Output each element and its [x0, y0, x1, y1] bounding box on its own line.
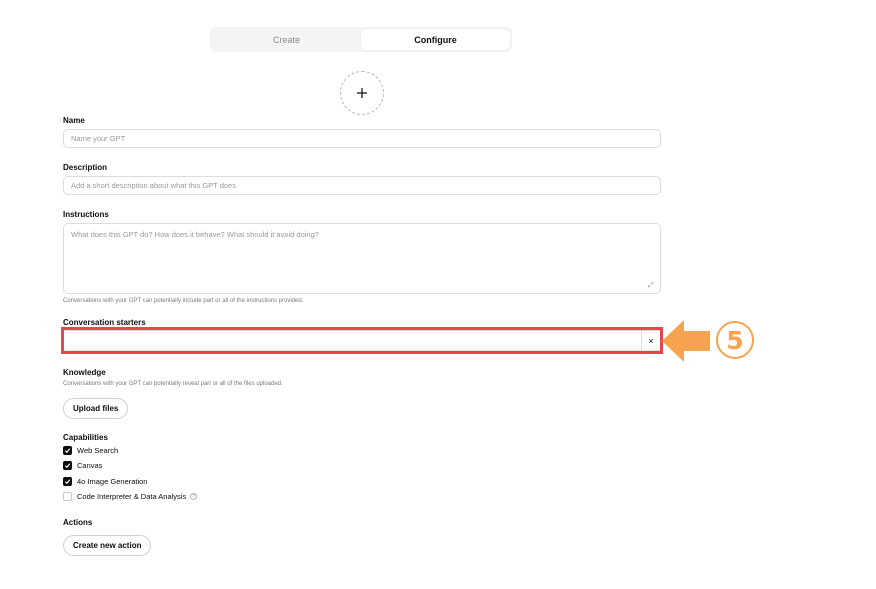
mode-tabs: Create Configure	[210, 27, 512, 52]
name-label: Name	[63, 116, 85, 125]
expand-icon[interactable]: ⤢	[648, 282, 654, 289]
conversation-starter-input[interactable]	[64, 331, 642, 350]
check-icon	[64, 479, 71, 485]
clear-starter-button[interactable]: ×	[641, 331, 660, 350]
description-input[interactable]	[63, 176, 661, 195]
instructions-hint: Conversations with your GPT can potentia…	[63, 298, 304, 304]
capability-code-interpreter: Code Interpreter & Data Analysis ?	[63, 492, 198, 501]
capability-image-generation: 4o Image Generation	[63, 477, 147, 486]
code-interpreter-checkbox[interactable]	[63, 492, 72, 501]
check-icon	[64, 463, 71, 469]
web-search-checkbox[interactable]	[63, 446, 72, 455]
canvas-checkbox[interactable]	[63, 461, 72, 470]
image-generation-label: 4o Image Generation	[77, 477, 148, 486]
canvas-label: Canvas	[77, 461, 103, 470]
capabilities-label: Capabilities	[63, 433, 108, 442]
knowledge-hint: Conversations with your GPT can potentia…	[63, 381, 283, 387]
plus-icon	[357, 88, 367, 98]
add-avatar-button[interactable]	[340, 71, 384, 115]
capability-web-search: Web Search	[63, 446, 118, 455]
instructions-textarea[interactable]	[63, 223, 661, 294]
conversation-starter-row: ×	[63, 330, 661, 351]
web-search-label: Web Search	[77, 446, 119, 455]
instructions-label: Instructions	[63, 210, 109, 219]
step-number-badge: 5	[716, 321, 754, 359]
code-interpreter-label: Code Interpreter & Data Analysis	[77, 492, 187, 501]
image-generation-checkbox[interactable]	[63, 477, 72, 486]
info-icon[interactable]: ?	[190, 493, 198, 500]
knowledge-label: Knowledge	[63, 368, 106, 377]
create-new-action-button[interactable]: Create new action	[63, 535, 152, 556]
tab-configure[interactable]: Configure	[361, 29, 510, 50]
conversation-starters-label: Conversation starters	[63, 318, 146, 327]
tab-create[interactable]: Create	[212, 29, 361, 50]
actions-label: Actions	[63, 518, 93, 527]
capability-canvas: Canvas	[63, 461, 102, 470]
description-label: Description	[63, 163, 108, 172]
pointer-arrow-icon	[662, 320, 710, 362]
name-input[interactable]	[63, 129, 661, 148]
upload-files-button[interactable]: Upload files	[63, 398, 129, 419]
check-icon	[64, 448, 71, 454]
